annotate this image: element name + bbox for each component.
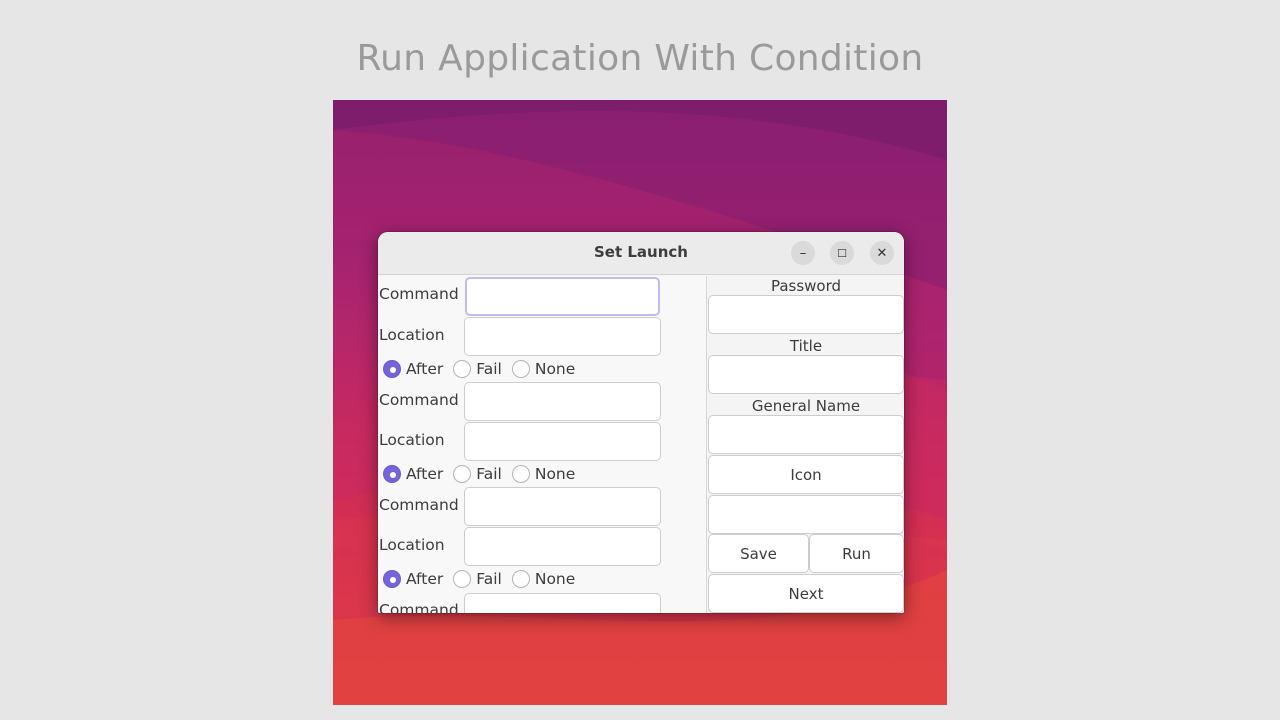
condition-radio-group: After Fail None: [383, 464, 585, 484]
radio-fail[interactable]: [453, 570, 472, 588]
command-label: Command: [379, 601, 459, 613]
minimize-button[interactable]: –: [791, 241, 815, 265]
location-input[interactable]: [464, 422, 661, 461]
condition-radio-group: After Fail None: [383, 569, 585, 589]
location-label: Location: [379, 536, 445, 554]
title-label: Title: [789, 337, 823, 355]
minimize-icon: –: [799, 245, 807, 261]
maximize-button[interactable]: ☐: [830, 241, 854, 265]
radio-none-label: None: [534, 360, 576, 378]
radio-fail-label: Fail: [476, 570, 502, 588]
radio-none-label: None: [534, 570, 576, 588]
general-name-label: General Name: [751, 397, 861, 415]
radio-fail-label: Fail: [476, 465, 502, 483]
command-input[interactable]: [464, 593, 661, 613]
command-input[interactable]: [464, 382, 661, 421]
location-label: Location: [379, 326, 445, 344]
command-label: Command: [379, 285, 459, 303]
radio-fail[interactable]: [453, 465, 472, 483]
condition-radio-group: After Fail None: [383, 359, 585, 379]
radio-fail[interactable]: [453, 360, 472, 378]
radio-after[interactable]: [383, 465, 401, 483]
run-button[interactable]: Run: [809, 534, 904, 573]
command-input[interactable]: [465, 277, 660, 316]
radio-none[interactable]: [511, 360, 530, 378]
command-label: Command: [379, 391, 459, 409]
location-input[interactable]: [464, 527, 661, 566]
radio-fail-label: Fail: [476, 360, 502, 378]
command-label: Command: [379, 496, 459, 514]
icon-button[interactable]: Icon: [708, 455, 904, 494]
radio-after[interactable]: [383, 570, 401, 588]
radio-after[interactable]: [383, 360, 401, 378]
password-input[interactable]: [708, 295, 904, 334]
maximize-icon: ☐: [837, 246, 847, 260]
window-titlebar[interactable]: Set Launch – ☐ ✕: [378, 232, 904, 275]
launch-list-pane[interactable]: Command Location After Fail None Command…: [378, 276, 707, 613]
radio-none[interactable]: [511, 570, 530, 588]
set-launch-window: Set Launch – ☐ ✕ Command Location After …: [378, 232, 904, 613]
radio-none-label: None: [534, 465, 576, 483]
radio-none[interactable]: [511, 465, 530, 483]
general-name-input[interactable]: [708, 415, 904, 454]
location-label: Location: [379, 431, 445, 449]
radio-after-label: After: [406, 465, 444, 483]
command-input[interactable]: [464, 487, 661, 526]
location-input[interactable]: [464, 317, 661, 356]
page-title: Run Application With Condition: [356, 38, 924, 79]
close-icon: ✕: [876, 245, 888, 261]
close-button[interactable]: ✕: [870, 241, 894, 265]
title-input[interactable]: [708, 355, 904, 394]
next-button[interactable]: Next: [708, 574, 904, 613]
radio-after-label: After: [406, 360, 444, 378]
window-title: Set Launch: [594, 243, 688, 261]
save-button[interactable]: Save: [708, 534, 809, 573]
password-label: Password: [770, 277, 842, 295]
icon-path-input[interactable]: [708, 495, 904, 534]
radio-after-label: After: [406, 570, 444, 588]
settings-pane: Password Title General Name Icon Save Ru…: [708, 276, 904, 613]
